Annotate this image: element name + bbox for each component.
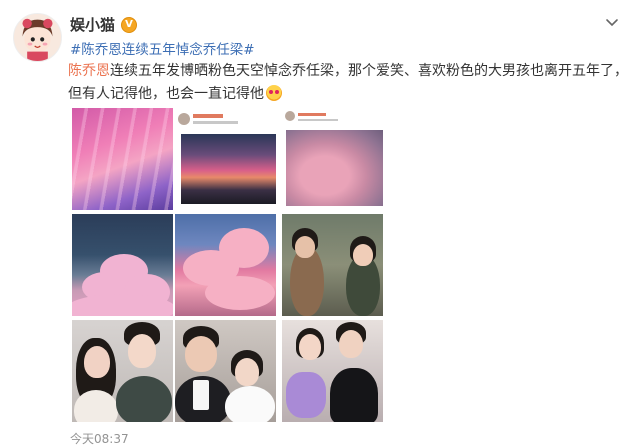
pink-clouds-blue-sky-photo[interactable] [175,214,276,316]
groom-bride-photo[interactable] [175,320,276,422]
pink-sky-rays-photo[interactable] [72,108,173,210]
sky-rays-decoration [72,108,173,210]
bouquet-decoration [286,372,326,418]
image-grid [68,108,383,422]
cloud-shape [205,276,275,310]
user-avatar[interactable] [13,13,62,62]
sunset-sky-image [181,134,276,204]
person-face [84,346,110,378]
hashtag-link[interactable]: #陈乔恩连续五年悼念乔任梁# [70,42,255,58]
cloud-shape [72,294,173,316]
actors-outdoor-photo[interactable] [282,214,383,316]
post-body-text: 连续五年发博晒粉色天空悼念乔任梁，那个爱笑、喜欢粉色的大男孩也离开五年了，但有人… [68,63,628,102]
person-face [128,334,156,368]
person-face [235,358,259,386]
chevron-down-icon[interactable] [605,16,619,30]
post-timestamp[interactable]: 今天08:37 [70,430,129,447]
person-face [299,334,321,360]
person-figure [225,386,275,422]
person-figure [74,390,118,422]
pink-cloud-sky-image [286,130,383,206]
shirt-decoration [193,380,209,410]
couple-selfie-photo[interactable] [72,320,173,422]
vip-badge-icon: V [121,16,138,33]
heart-eyes-emoji-icon [266,85,282,101]
screenshot-header-decoration [285,111,338,121]
sunset-screenshot-photo[interactable] [175,108,276,210]
mention-link[interactable]: 陈乔恩 [68,63,110,79]
hashtag-line: #陈乔恩连续五年悼念乔任梁# [70,38,255,58]
screenshot-header-decoration [178,113,238,125]
pink-clouds-night-photo[interactable] [72,214,173,316]
person-face [185,336,217,372]
username[interactable]: 娱小猫 V [70,14,138,35]
avatar-cartoon-icon [14,14,61,61]
person-face [353,244,373,266]
post-body: 陈乔恩连续五年发博晒粉色天空悼念乔任梁，那个爱笑、喜欢粉色的大男孩也离开五年了，… [68,60,628,106]
bouquet-costume-photo[interactable] [282,320,383,422]
username-text[interactable]: 娱小猫 [70,14,115,35]
cloud-shape [219,228,269,268]
person-face [339,330,363,358]
person-figure [116,376,172,422]
person-face [295,236,315,258]
pink-clouds-screenshot-photo[interactable] [282,108,383,210]
weibo-post-card: 娱小猫 V #陈乔恩连续五年悼念乔任梁# 陈乔恩连续五年发博晒粉色天空悼念乔任梁… [0,0,641,448]
dark-costume-figure [330,368,378,422]
